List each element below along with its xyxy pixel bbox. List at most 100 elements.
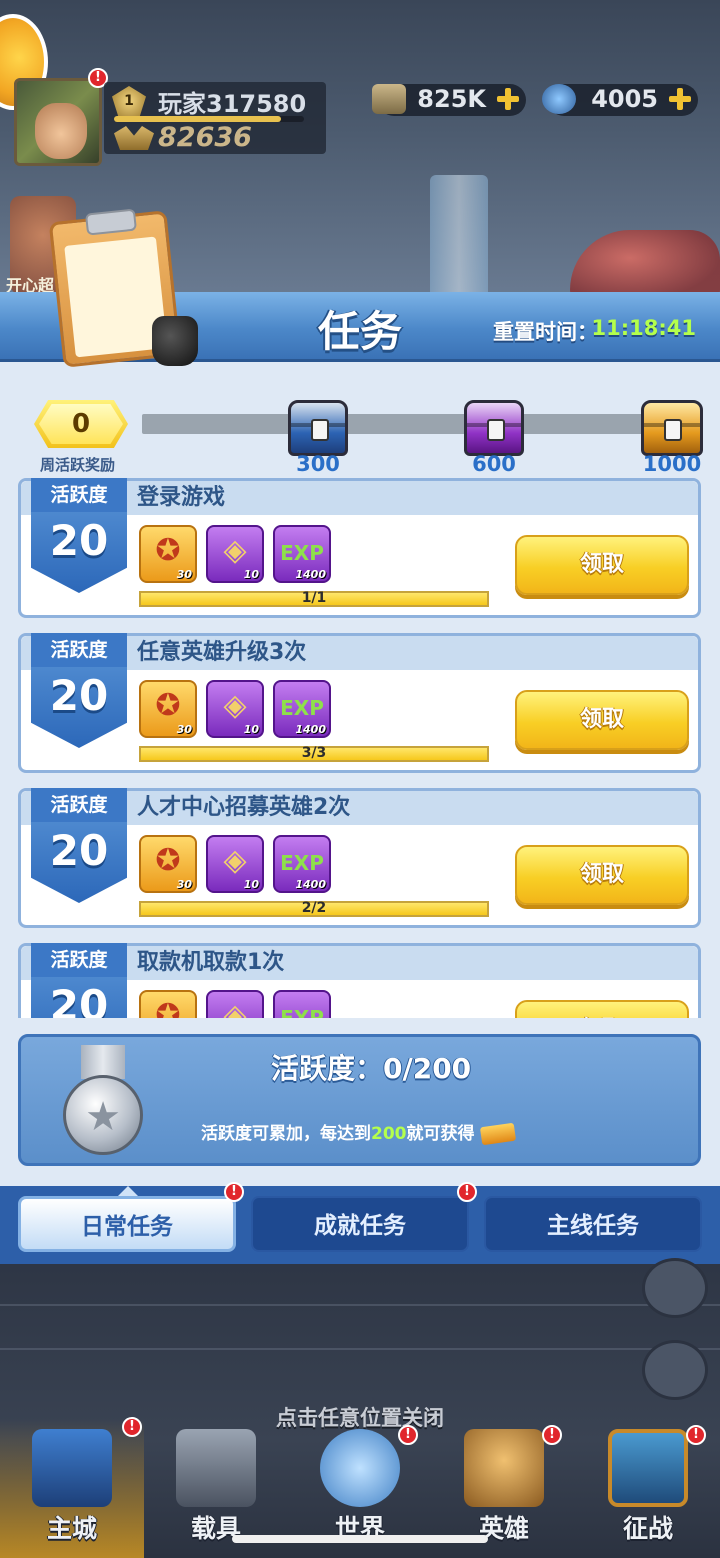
desc-text: 活跃度可累加，每达到 [201, 1124, 371, 1144]
quest-card: 活跃度 20 人才中心招募英雄2次 ✪ 30 ◈ 10 EXP 1400 2/2 领取 [18, 788, 701, 928]
reward-count: 30 [176, 568, 192, 581]
reward-count: 1400 [295, 568, 326, 581]
star-icon: ★ [85, 1094, 121, 1140]
quest-list[interactable]: 活跃度 20 登录游戏 ✪ 30 ◈ 10 EXP 1400 1/1 领取 活跃度 20 任意英雄升级3次… [0, 478, 720, 1018]
player-name: 玩家317580 [158, 90, 307, 118]
power-wings-icon [114, 126, 154, 150]
cash-value: 825K [417, 85, 486, 113]
purple-emblem-icon: ◈ [223, 688, 247, 723]
alert-icon: ! [542, 1425, 562, 1445]
claim-button[interactable]: 领取 [515, 1000, 689, 1018]
purple-emblem-icon: ◈ [223, 843, 247, 878]
reward-count: 1400 [295, 878, 326, 891]
add-cash-icon[interactable] [496, 87, 520, 111]
activity-flag: 活跃度 20 [31, 943, 127, 1018]
reward-item[interactable]: ✪30 [139, 525, 197, 583]
activity-flag-label: 活跃度 [50, 794, 108, 816]
alert-icon: ! [457, 1182, 477, 1202]
reward-item[interactable]: ✪30 [139, 990, 197, 1018]
side-menu-icon[interactable] [642, 1258, 708, 1318]
reward-item[interactable]: ✪30 [139, 835, 197, 893]
nav-label: 主城 [46, 1514, 97, 1543]
gold-chest-icon[interactable] [641, 400, 703, 456]
tab-achievement[interactable]: 成就任务 [251, 1196, 469, 1252]
purple-emblem-icon: ◈ [223, 533, 247, 568]
game-scene-floor[interactable]: 点击任意位置关闭 主城 ! 载具 世界 ! 英雄 ! 征战 ! [0, 1258, 720, 1558]
claim-button[interactable]: 领取 [515, 845, 689, 905]
activity-total: 活跃度：0/200 [271, 1052, 472, 1085]
weekly-activity-caption: 周活跃奖励 [40, 456, 116, 474]
scene-building [430, 175, 488, 300]
reward-item[interactable]: ◈10 [206, 680, 264, 738]
milestone-label: 600 [472, 452, 516, 476]
desc-highlight: 200 [371, 1124, 407, 1144]
level-badge: 1 [112, 86, 146, 116]
weekly-progress-bar [142, 414, 672, 434]
reward-item[interactable]: EXP1400 [273, 835, 331, 893]
medal-disc: ★ [63, 1075, 143, 1155]
purple-emblem-icon: ◈ [223, 998, 247, 1018]
quest-progress-text: 2/2 [301, 900, 327, 916]
clipboard-clip [84, 208, 137, 236]
claim-button[interactable]: 领取 [515, 535, 689, 595]
tab-daily[interactable]: 日常任务 [18, 1196, 236, 1252]
purple-chest-icon[interactable] [464, 400, 524, 456]
claim-button[interactable]: 领取 [515, 690, 689, 750]
nav-home[interactable]: 主城 ! [0, 1417, 144, 1558]
vehicle-icon [176, 1429, 256, 1507]
player-avatar[interactable] [14, 78, 102, 166]
quest-title: 任意英雄升级3次 [137, 640, 307, 665]
home-base-icon [32, 1429, 112, 1507]
alert-icon: ! [224, 1182, 244, 1202]
reward-count: 30 [176, 723, 192, 736]
gold-medal-icon: ✪ [155, 843, 181, 878]
reward-item[interactable]: EXP 1400 [273, 525, 331, 583]
reward-item[interactable]: ◈10 [206, 835, 264, 893]
desc-text: 就可获得 [406, 1124, 475, 1144]
quest-card: 活跃度 20 任意英雄升级3次 ✪ 30 ◈ 10 EXP 1400 3/3 领取 [18, 633, 701, 773]
weekly-activity-points: 0 [39, 404, 123, 444]
active-tab-caret [118, 1186, 138, 1196]
reward-item[interactable]: EXP1400 [273, 680, 331, 738]
home-indicator[interactable] [232, 1535, 488, 1543]
quest-card: 活跃度 20 登录游戏 ✪ 30 ◈ 10 EXP 1400 1/1 领取 [18, 478, 701, 618]
activity-flag: 活跃度 20 [31, 633, 127, 748]
nav-label: 征战 [622, 1514, 673, 1543]
activity-flag: 活跃度 20 [31, 788, 127, 903]
reward-item[interactable]: ◈10 [206, 990, 264, 1018]
milestone-label: 1000 [642, 452, 702, 476]
activity-flag-label: 活跃度 [50, 949, 108, 971]
exp-icon: EXP [280, 541, 324, 565]
reward-item[interactable]: ◈10 [206, 525, 264, 583]
friends-icon[interactable] [642, 1340, 708, 1400]
weekly-activity-badge: 0 [34, 400, 128, 448]
gold-medal-icon: ✪ [155, 688, 181, 723]
cash-resource[interactable]: 825K [372, 84, 526, 116]
quest-progress-text: 1/1 [301, 590, 327, 606]
silver-blue-chest-icon[interactable] [288, 400, 348, 456]
tab-main-story[interactable]: 主线任务 [484, 1196, 702, 1252]
gold-medal-icon: ✪ [155, 533, 181, 568]
gold-medal-icon: ✪ [155, 998, 181, 1018]
reward-item[interactable]: EXP1400 [273, 990, 331, 1018]
alert-icon: ! [122, 1417, 142, 1437]
globe-icon [320, 1429, 400, 1507]
cash-stack-icon [372, 84, 406, 114]
scene-vehicle [570, 230, 720, 300]
nav-campaign[interactable]: 征战 ! [576, 1419, 720, 1558]
add-gem-icon[interactable] [668, 87, 692, 111]
player-info-bar[interactable]: 1 玩家317580 82636 [104, 82, 326, 154]
quest-title: 取款机取款1次 [137, 950, 285, 975]
campaign-map-icon [608, 1429, 688, 1507]
quest-panel: 任务 重置时间： 11:18:41 0 周活跃奖励 300 600 1000 活… [0, 208, 720, 1264]
reward-count: 10 [243, 878, 259, 891]
activity-flag-value: 20 [49, 826, 109, 875]
ink-bottle-icon [152, 316, 198, 366]
gem-resource[interactable]: 4005 [542, 84, 698, 116]
quest-card: 活跃度 20 取款机取款1次 ✪30 ◈10 EXP1400 领取 [18, 943, 701, 1018]
quest-progress-text: 3/3 [301, 745, 327, 761]
reward-count: 30 [176, 878, 192, 891]
exp-icon: EXP [280, 1006, 324, 1018]
reward-item[interactable]: ✪30 [139, 680, 197, 738]
medal-ribbon [81, 1045, 125, 1079]
